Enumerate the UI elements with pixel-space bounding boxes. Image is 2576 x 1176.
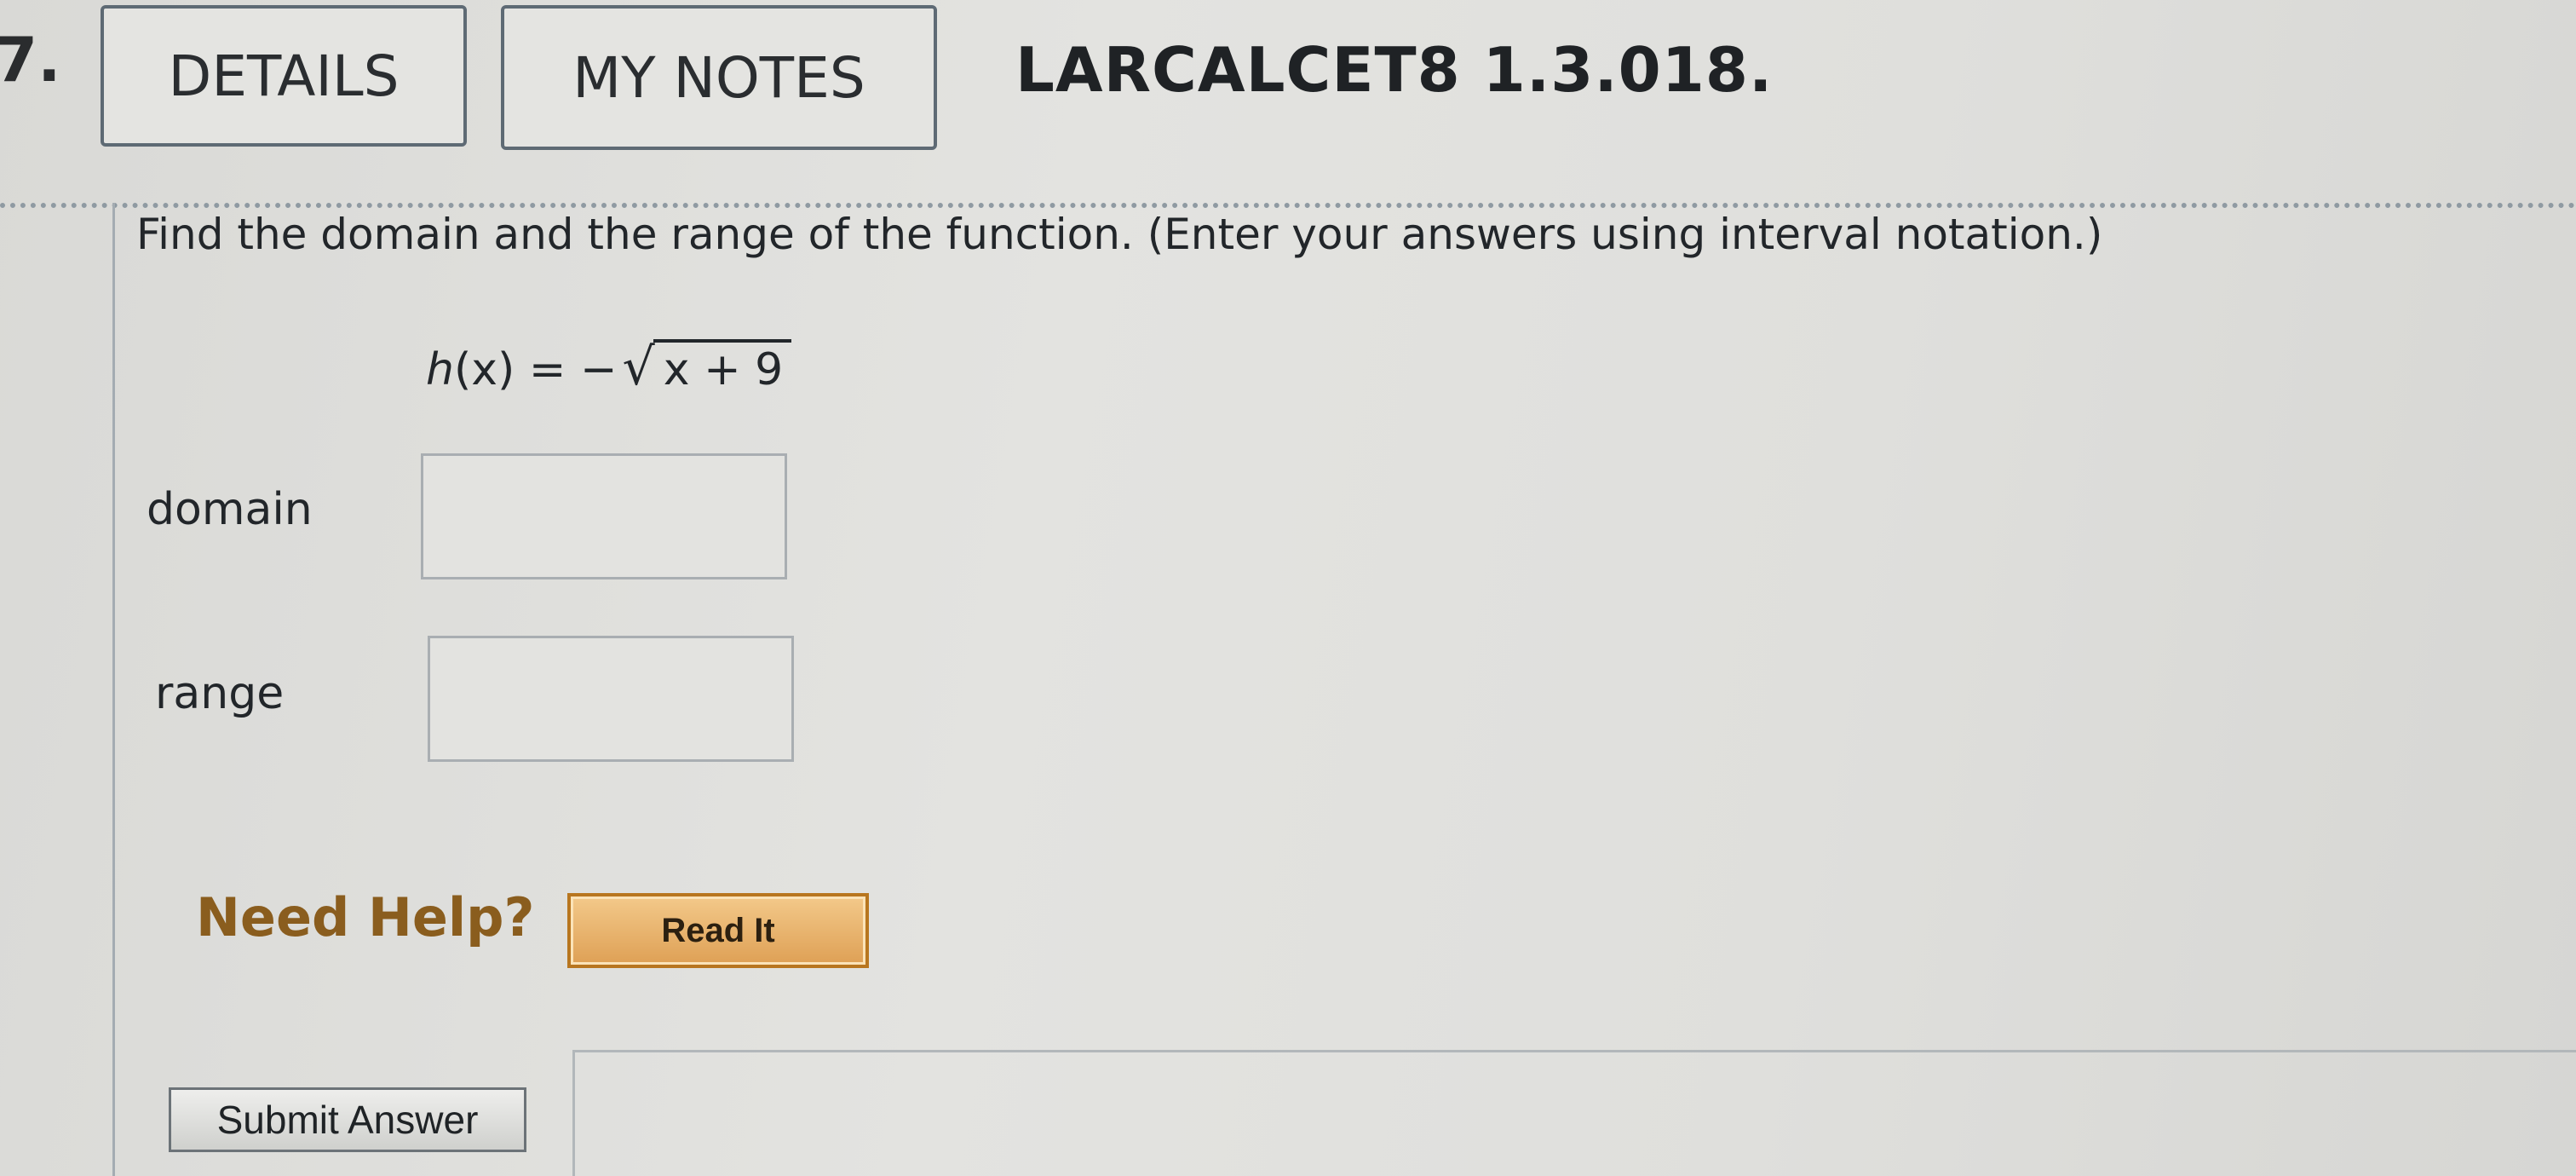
question-number: 7. (0, 24, 61, 95)
question-reference: LARCALCET8 1.3.018. (1015, 34, 1774, 106)
feedback-area (572, 1050, 2576, 1176)
range-label: range (155, 668, 285, 719)
question-left-border (112, 203, 115, 1176)
range-input[interactable] (428, 636, 794, 762)
function-argument: (x) (453, 344, 515, 395)
domain-input[interactable] (421, 453, 787, 579)
function-formula: h (x) = − √ x + 9 (426, 337, 792, 397)
domain-label: domain (147, 484, 313, 535)
square-root-icon: √ (622, 337, 655, 397)
submit-answer-button[interactable]: Submit Answer (169, 1087, 526, 1152)
dotted-divider (0, 203, 2576, 208)
read-it-button[interactable]: Read It (567, 893, 869, 968)
function-name: h (426, 344, 454, 395)
my-notes-button[interactable]: MY NOTES (501, 5, 937, 150)
need-help-label: Need Help? (196, 886, 535, 948)
details-button[interactable]: DETAILS (101, 5, 467, 147)
question-prompt: Find the domain and the range of the fun… (136, 210, 2103, 259)
radicand: x + 9 (653, 339, 792, 395)
assignment-question-page: 7. DETAILS MY NOTES LARCALCET8 1.3.018. … (0, 0, 2576, 1176)
equals-negative: = − (515, 344, 618, 395)
